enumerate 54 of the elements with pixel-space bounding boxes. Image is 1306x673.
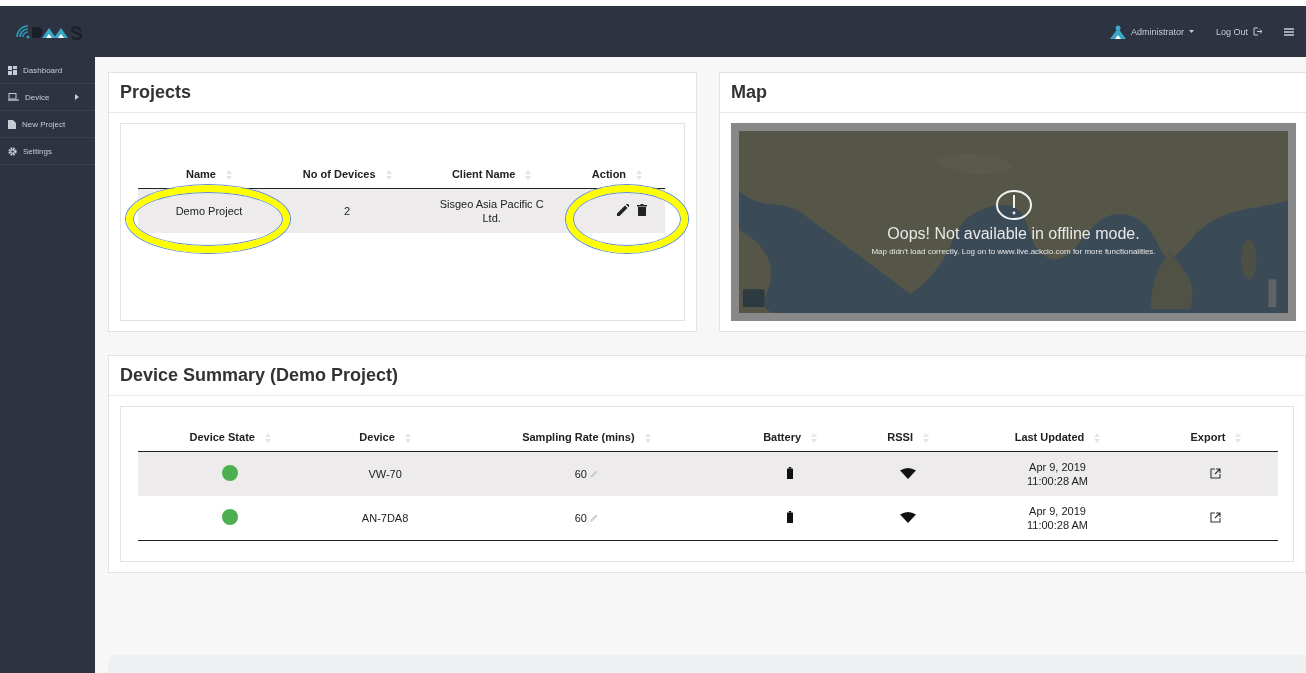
logout-link[interactable]: Log Out bbox=[1215, 26, 1262, 37]
wifi-icon bbox=[900, 511, 917, 523]
user-menu[interactable]: Administrator bbox=[1109, 24, 1194, 39]
gear-icon bbox=[8, 146, 17, 156]
table-cell: 2 bbox=[280, 188, 415, 234]
column-header[interactable]: Client Name bbox=[414, 152, 569, 189]
sort-icon[interactable] bbox=[922, 433, 929, 444]
column-header[interactable]: RSSI bbox=[855, 423, 962, 452]
table-cell: 60 bbox=[574, 512, 587, 525]
column-header[interactable]: Battery bbox=[725, 423, 856, 452]
table-cell: Apr 9, 2019 11:00:28 AM bbox=[961, 496, 1154, 541]
sort-icon[interactable] bbox=[811, 433, 818, 444]
card-title: Device Summary (Demo Project) bbox=[109, 356, 1305, 396]
card-title: Map bbox=[720, 73, 1306, 113]
map-error-message: Oops! Not available in offline mode. bbox=[887, 224, 1140, 243]
laptop-icon bbox=[8, 93, 19, 101]
column-header[interactable]: Sampling Rate (mins) bbox=[447, 423, 726, 452]
sort-icon[interactable] bbox=[264, 433, 271, 444]
column-header[interactable]: No of Devices bbox=[280, 152, 415, 189]
column-header[interactable]: Export bbox=[1153, 423, 1278, 452]
pencil-icon[interactable] bbox=[617, 204, 629, 217]
caret-icon bbox=[1188, 30, 1194, 33]
table-cell: VW-70 bbox=[322, 451, 448, 497]
column-header[interactable]: Device bbox=[322, 423, 448, 452]
export-icon[interactable] bbox=[1210, 467, 1222, 479]
battery-icon bbox=[787, 467, 794, 480]
export-icon[interactable] bbox=[1210, 511, 1222, 523]
sort-icon[interactable] bbox=[385, 170, 392, 181]
menu-icon[interactable] bbox=[1284, 27, 1294, 36]
sort-icon[interactable] bbox=[636, 170, 643, 181]
column-header[interactable]: Device State bbox=[138, 423, 323, 452]
wifi-icon bbox=[900, 467, 917, 479]
table-cell: Sisgeo Asia Pacific C Ltd. bbox=[414, 188, 569, 234]
table-cell: AN-7DA8 bbox=[322, 496, 448, 541]
sort-icon[interactable] bbox=[1094, 433, 1101, 444]
battery-icon bbox=[787, 511, 794, 524]
dashboard-icon bbox=[8, 65, 17, 75]
card-title: Projects bbox=[109, 73, 696, 113]
trash-icon[interactable] bbox=[637, 204, 647, 217]
sort-icon[interactable] bbox=[1235, 433, 1242, 444]
user-icon bbox=[1109, 24, 1126, 39]
sort-icon[interactable] bbox=[644, 433, 651, 444]
warning-icon bbox=[994, 188, 1033, 221]
column-header[interactable]: Action bbox=[568, 152, 665, 189]
sort-icon[interactable] bbox=[404, 433, 411, 444]
logout-icon bbox=[1253, 27, 1262, 36]
table-cell: Apr 9, 2019 11:00:28 AM bbox=[961, 451, 1154, 497]
file-icon bbox=[8, 119, 16, 129]
column-header[interactable]: Last Updated bbox=[961, 423, 1154, 452]
map-error-detail: Map didn't load correctly. Log on to www.live.ackcio.com for more functionalities. bbox=[871, 246, 1156, 256]
table-cell: 60 bbox=[574, 468, 587, 481]
sort-icon[interactable] bbox=[525, 170, 532, 181]
sort-icon[interactable] bbox=[226, 170, 232, 181]
column-header[interactable]: Name bbox=[138, 152, 280, 189]
